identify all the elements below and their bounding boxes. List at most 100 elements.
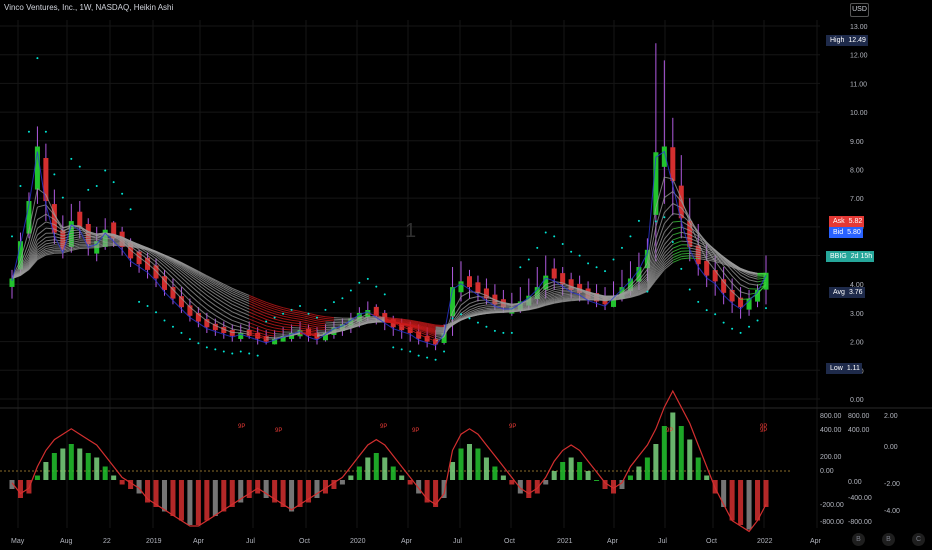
ema-ribbon-segment [316, 318, 326, 321]
ema-ribbon-segment [274, 318, 284, 322]
ema-ribbon-segment [266, 315, 275, 320]
histogram-bar [195, 480, 201, 525]
ema-ribbon-segment [672, 236, 682, 241]
low-price-tag: Low 1.11 [826, 363, 862, 374]
ema-ribbon-segment [562, 292, 572, 294]
osc-left-tick: 0.00 [820, 468, 834, 475]
histogram-bar [161, 480, 168, 512]
ema-ribbon-segment [240, 326, 250, 331]
time-tick-label: Oct [504, 538, 515, 545]
ema-ribbon-segment [113, 240, 123, 243]
trailing-stop-dot [222, 350, 225, 353]
low-label: Low [830, 365, 843, 372]
ema-ribbon-segment [266, 325, 275, 329]
histogram-bar [653, 444, 659, 480]
ema-ribbon-segment [257, 322, 267, 327]
histogram-bar [204, 480, 210, 521]
osc-right-tick: 2.00 [884, 413, 898, 420]
ema-ribbon-segment [283, 323, 292, 326]
ema-ribbon-segment [316, 328, 326, 330]
ema-ribbon-segment [181, 281, 191, 291]
trailing-stop-dot [417, 354, 420, 357]
histogram-bar [255, 480, 261, 494]
ema-ribbon-segment [274, 324, 284, 328]
trailing-stop-dot [646, 290, 649, 293]
trailing-stop-dot [383, 293, 386, 296]
ema-ribbon-segment [299, 314, 309, 318]
osc-inner-tick: 800.00 [848, 413, 870, 420]
candle-body [670, 147, 676, 181]
ema-ribbon-segment [223, 320, 233, 326]
osc-right-tick: -4.00 [884, 508, 900, 515]
trailing-stop-dot [27, 130, 30, 133]
ema-ribbon-segment [274, 327, 284, 330]
candle-body [551, 268, 557, 279]
ema-ribbon-segment [291, 319, 301, 322]
ema-ribbon-segment [232, 311, 241, 316]
ema-ribbon-segment [316, 324, 326, 327]
ema-ribbon-segment [308, 320, 318, 324]
ema-ribbon-segment [257, 298, 267, 303]
bottom-button-b1[interactable]: B [852, 533, 865, 546]
histogram-bar [458, 448, 464, 480]
ema-ribbon-segment [300, 332, 309, 335]
ema-ribbon-segment [172, 273, 182, 282]
ema-ribbon-segment [308, 324, 318, 328]
trailing-stop-dot [612, 258, 615, 261]
histogram-bar [111, 475, 117, 480]
time-tick-label: 2021 [557, 538, 573, 545]
trailing-stop-dot [61, 196, 64, 199]
histogram-bar [407, 480, 413, 485]
trailing-stop-dot [375, 285, 378, 288]
histogram-bar [51, 453, 57, 480]
currency-button[interactable]: USD [850, 3, 869, 17]
price-grid: 13.0012.0011.0010.009.008.007.006.005.00… [0, 20, 868, 528]
trailing-stop-dot [121, 192, 124, 195]
time-tick-label: Jul [246, 538, 255, 545]
trailing-stop-dot [451, 317, 454, 320]
trailing-stop-dot [171, 325, 174, 328]
ema-ribbon-segment [266, 328, 275, 332]
ema-ribbon-segment [291, 313, 301, 316]
histogram-bar [636, 466, 642, 480]
trailing-stop-dot [748, 325, 751, 328]
candle-body [458, 281, 464, 293]
symbol-price-tag: BBIG 2d 15h [826, 251, 875, 262]
histogram-bar [43, 462, 49, 480]
ema-ribbon-segment [257, 325, 267, 330]
histogram-bar [594, 480, 600, 481]
histogram-bar [221, 480, 227, 512]
histogram-bar [585, 471, 591, 480]
ema-ribbon-segment [672, 247, 682, 253]
bottom-button-c[interactable]: C [912, 533, 925, 546]
trailing-stop-dot [765, 307, 767, 310]
ema-ribbon-segment [266, 336, 275, 339]
ema-ribbon-segment [460, 291, 470, 298]
histogram-bar [551, 471, 557, 480]
ema-ribbon-segment [274, 333, 284, 335]
trailing-stop-dot [78, 165, 81, 168]
ema-ribbon-segment [342, 323, 351, 325]
histogram-bar [212, 480, 218, 516]
bottom-button-b2[interactable]: B [882, 533, 895, 546]
ema-ribbon-segment [45, 239, 55, 242]
ema-ribbon-segment [571, 296, 580, 299]
trailing-stop-dot [155, 311, 158, 314]
ema-ribbon-segment [672, 231, 682, 236]
ema-ribbon-segment [105, 243, 114, 246]
chart-canvas[interactable]: 13.0012.0011.0010.009.008.007.006.005.00… [0, 0, 932, 550]
trailing-stop-dot [366, 277, 369, 280]
trailing-stop-dot [460, 313, 463, 316]
ema-ribbon-segment [299, 325, 309, 328]
histogram-bar [763, 480, 769, 507]
ema-ribbon-segment [740, 278, 750, 285]
osc-left-tick: 800.00 [820, 413, 842, 420]
trailing-stop-dot [129, 208, 132, 211]
ema-ribbon-segment [283, 328, 292, 331]
histogram-bar [356, 466, 362, 480]
trailing-stop-dot [722, 321, 725, 324]
nine-p-marker: 9P [760, 428, 767, 434]
trailing-stop-dot [663, 216, 666, 219]
avg-price-tag: Avg 3.76 [829, 287, 865, 298]
ema-ribbon-segment [571, 289, 580, 292]
